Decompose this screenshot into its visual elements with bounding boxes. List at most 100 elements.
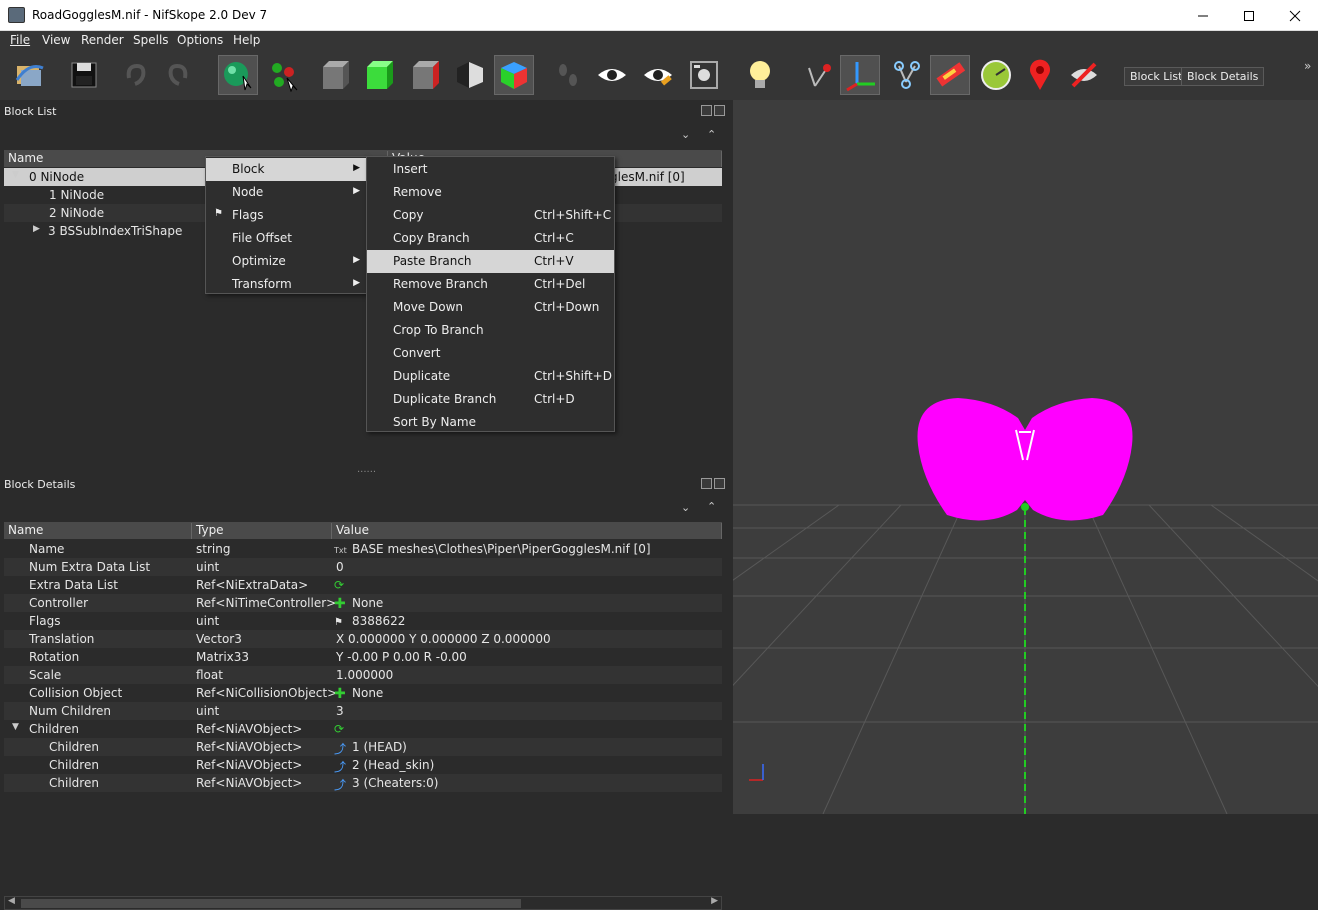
expand-all-icon[interactable]: ⌃ (707, 128, 716, 141)
menu-help[interactable]: Help (233, 33, 260, 47)
detail-value[interactable]: X 0.000000 Y 0.000000 Z 0.000000 (336, 632, 551, 646)
submenu-item-move-down[interactable]: Move Down Ctrl+Down (367, 296, 614, 319)
detail-row[interactable]: Num Extra Data List uint 0 (4, 558, 722, 576)
detail-value[interactable]: 1 (HEAD) (352, 740, 407, 754)
show-button[interactable] (592, 55, 632, 95)
toolbar-overflow-icon[interactable]: » (1304, 59, 1311, 73)
submenu-item-copy[interactable]: Copy Ctrl+Shift+C (367, 204, 614, 227)
clock-button[interactable] (976, 55, 1016, 95)
hide-button[interactable] (1064, 55, 1104, 95)
menu-view[interactable]: View (42, 33, 70, 47)
collapse-all-icon[interactable]: ⌄ (681, 501, 690, 514)
detail-row[interactable]: Collision Object Ref<NiCollisionObject> ✚ N… (4, 684, 722, 702)
minimize-button[interactable] (1180, 0, 1226, 31)
add-icon[interactable]: ✚ (334, 686, 346, 702)
scroll-right-icon[interactable]: ▶ (711, 896, 718, 906)
texture-button[interactable] (930, 55, 970, 95)
add-icon[interactable]: ✚ (334, 596, 346, 612)
detail-value[interactable]: 3 (Cheaters:0) (352, 776, 438, 790)
detail-value[interactable]: BASE meshes\Clothes\Piper\PiperGogglesM.… (352, 542, 651, 556)
load-button[interactable] (10, 55, 50, 95)
detail-row[interactable]: Translation Vector3 X 0.000000 Y 0.000000 … (4, 630, 722, 648)
detail-value[interactable]: 0 (336, 560, 344, 574)
detail-row[interactable]: Extra Data List Ref<NiExtraData> ⟳ (4, 576, 722, 594)
expand-all-icon[interactable]: ⌃ (707, 500, 716, 513)
select-object-button[interactable] (218, 55, 258, 95)
block-details-toggle[interactable]: Block Details (1181, 67, 1265, 86)
detail-value[interactable]: 3 (336, 704, 344, 718)
float-dock-button[interactable] (701, 105, 712, 116)
submenu-item-paste-branch[interactable]: Paste Branch Ctrl+V (367, 250, 614, 273)
submenu-item-remove-branch[interactable]: Remove Branch Ctrl+Del (367, 273, 614, 296)
shading-color-button[interactable] (494, 55, 534, 95)
submenu-item-duplicate-branch[interactable]: Duplicate Branch Ctrl+D (367, 388, 614, 411)
close-button[interactable] (1272, 0, 1318, 31)
shading-gray-button[interactable] (314, 55, 354, 95)
menu-item-transform[interactable]: Transform ▶ (206, 273, 366, 296)
nodes-button[interactable] (886, 55, 926, 95)
marker-button[interactable] (1020, 55, 1060, 95)
save-button[interactable] (64, 55, 104, 95)
axes-button[interactable] (840, 55, 880, 95)
menu-options[interactable]: Options (177, 33, 223, 47)
detail-row[interactable]: Name string Txt BASE meshes\Clothes\Piper\P… (4, 540, 722, 558)
detail-row[interactable]: Controller Ref<NiTimeController> ✚ None (4, 594, 722, 612)
3d-viewport[interactable] (733, 100, 1318, 814)
detail-value[interactable]: None (352, 686, 383, 700)
detail-value[interactable]: 2 (Head_skin) (352, 758, 434, 772)
submenu-item-insert[interactable]: Insert (367, 158, 614, 181)
select-vertex-button[interactable] (264, 55, 304, 95)
detail-value[interactable]: 8388622 (352, 614, 405, 628)
show-edit-button[interactable] (638, 55, 678, 95)
submenu-item-crop-to-branch[interactable]: Crop To Branch (367, 319, 614, 342)
shading-green-button[interactable] (358, 55, 398, 95)
submenu-item-duplicate[interactable]: Duplicate Ctrl+Shift+D (367, 365, 614, 388)
expand-arrow-icon[interactable]: ▼ (12, 170, 19, 180)
submenu-item-remove[interactable]: Remove (367, 181, 614, 204)
detail-row[interactable]: Children Ref<NiAVObject> ⤴ 3 (Cheaters:0) (4, 774, 722, 792)
snapshot-button[interactable] (684, 55, 724, 95)
submenu-item-convert[interactable]: Convert (367, 342, 614, 365)
detail-row[interactable]: Num Children uint 3 (4, 702, 722, 720)
collapse-all-icon[interactable]: ⌄ (681, 128, 690, 141)
maximize-button[interactable] (1226, 0, 1272, 31)
shading-red-button[interactable] (404, 55, 444, 95)
undo-button[interactable] (116, 55, 156, 95)
menu-item-file-offset[interactable]: File Offset (206, 227, 366, 250)
menu-item-node[interactable]: Node ▶ (206, 181, 366, 204)
axes-small-button[interactable] (798, 55, 838, 95)
scrollbar-thumb[interactable] (21, 899, 521, 908)
menu-spells[interactable]: Spells (133, 33, 169, 47)
collapse-arrow-icon[interactable]: ▶ (33, 224, 40, 234)
float-dock-button[interactable] (701, 478, 712, 489)
column-value[interactable]: Value (332, 523, 722, 539)
shading-flat-button[interactable] (450, 55, 490, 95)
menu-item-optimize[interactable]: Optimize ▶ (206, 250, 366, 273)
submenu-item-copy-branch[interactable]: Copy Branch Ctrl+C (367, 227, 614, 250)
scroll-left-icon[interactable]: ◀ (8, 896, 15, 906)
detail-value[interactable]: None (352, 596, 383, 610)
light-button[interactable] (740, 55, 780, 95)
block-list-toggle[interactable]: Block List (1124, 67, 1189, 86)
walk-button[interactable] (548, 55, 588, 95)
scene-canvas[interactable] (733, 100, 1318, 814)
submenu-item-sort-by-name[interactable]: Sort By Name (367, 411, 614, 434)
detail-value[interactable]: 1.000000 (336, 668, 393, 682)
column-name[interactable]: Name (4, 523, 192, 539)
detail-row[interactable]: Children Ref<NiAVObject> ⤴ 2 (Head_skin) (4, 756, 722, 774)
horizontal-scrollbar[interactable]: ◀ ▶ (4, 896, 722, 910)
detail-row[interactable]: ▼ Children Ref<NiAVObject> ⟳ (4, 720, 722, 738)
close-dock-button[interactable] (714, 105, 725, 116)
detail-row[interactable]: Scale float 1.000000 (4, 666, 722, 684)
close-dock-button[interactable] (714, 478, 725, 489)
menu-render[interactable]: Render (81, 33, 124, 47)
column-type[interactable]: Type (192, 523, 332, 539)
menu-item-flags[interactable]: ⚑ Flags (206, 204, 366, 227)
menu-item-block[interactable]: Block ▶ (206, 158, 366, 181)
menu-file[interactable]: File (10, 33, 30, 47)
detail-row[interactable]: Children Ref<NiAVObject> ⤴ 1 (HEAD) (4, 738, 722, 756)
detail-value[interactable]: Y -0.00 P 0.00 R -0.00 (336, 650, 467, 664)
expand-arrow-icon[interactable]: ▼ (12, 722, 19, 732)
detail-row[interactable]: Rotation Matrix33 Y -0.00 P 0.00 R -0.00 (4, 648, 722, 666)
redo-button[interactable] (158, 55, 198, 95)
